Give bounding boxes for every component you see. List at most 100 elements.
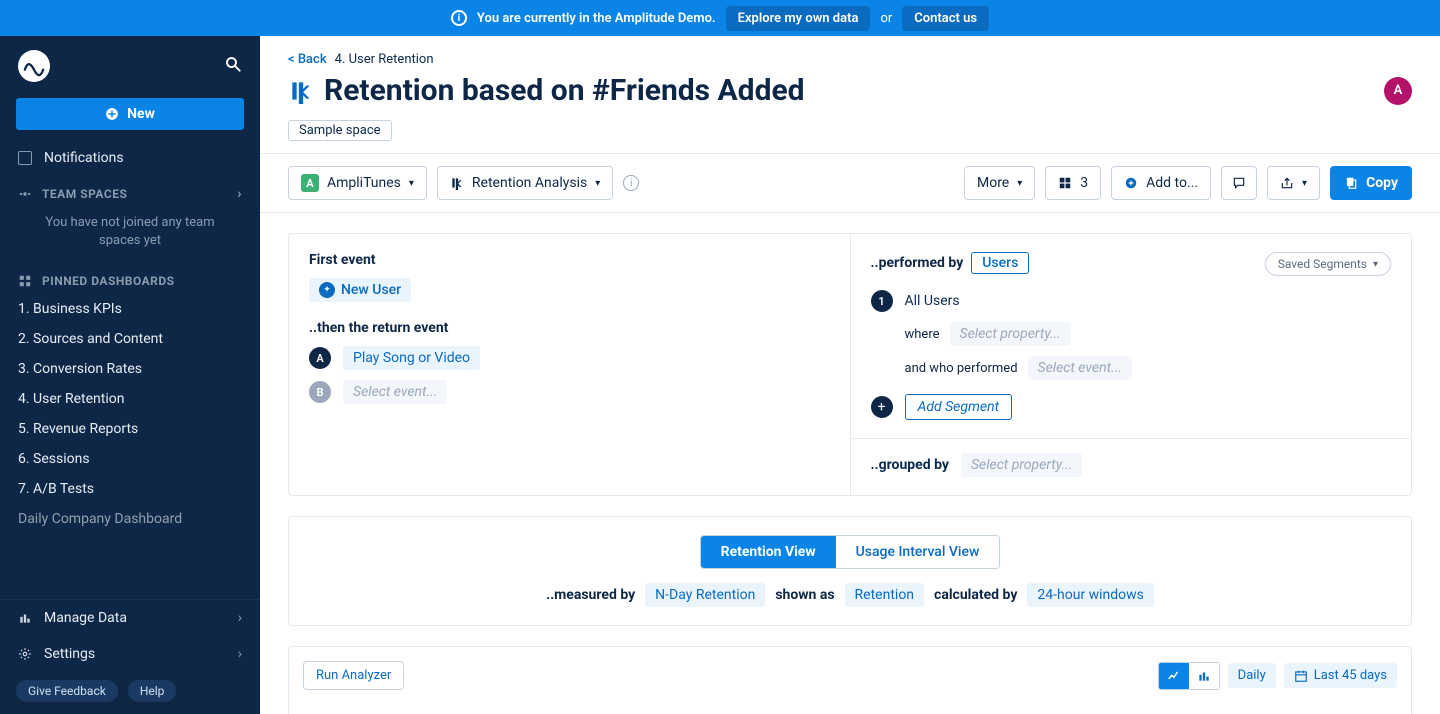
grouped-property-placeholder[interactable]: Select property... xyxy=(961,453,1082,477)
project-name: AmpliTunes xyxy=(327,175,401,191)
info-icon[interactable]: i xyxy=(623,175,639,191)
add-to-label: Add to... xyxy=(1146,175,1198,191)
dashboards-count-button[interactable]: 3 xyxy=(1045,166,1101,200)
chevron-right-icon: › xyxy=(238,646,242,662)
retention-view-tab[interactable]: Retention View xyxy=(701,536,836,568)
event-b-placeholder[interactable]: Select event... xyxy=(343,380,447,404)
who-event-placeholder[interactable]: Select event... xyxy=(1028,356,1132,380)
dashboard-item[interactable]: 7. A/B Tests xyxy=(0,474,260,504)
measured-by-label: ..measured by xyxy=(546,587,635,603)
chart-section: Run Analyzer Daily Last 45 days xyxy=(288,646,1412,714)
breadcrumb: 4. User Retention xyxy=(335,52,434,67)
dashboard-item[interactable]: 6. Sessions xyxy=(0,444,260,474)
chevron-down-icon: ▾ xyxy=(409,178,414,189)
page-title: Retention based on #Friends Added xyxy=(324,73,805,108)
demo-banner: i You are currently in the Amplitude Dem… xyxy=(0,0,1440,36)
sidebar: New Notifications TEAM SPACES › You have… xyxy=(0,36,260,714)
first-event-chip[interactable]: ✦ New User xyxy=(309,278,411,302)
add-segment-button[interactable]: Add Segment xyxy=(905,394,1013,420)
usage-interval-view-tab[interactable]: Usage Interval View xyxy=(836,536,1000,568)
date-range-selector[interactable]: Last 45 days xyxy=(1284,663,1397,688)
dashboard-list: 1. Business KPIs 2. Sources and Content … xyxy=(0,294,260,599)
chevron-right-icon: › xyxy=(237,186,242,202)
chevron-down-icon: ▾ xyxy=(595,178,600,189)
then-label: ..then the return event xyxy=(309,320,830,336)
avatar[interactable]: A xyxy=(1384,77,1412,105)
notifications-label: Notifications xyxy=(44,150,124,166)
chevron-down-icon: ▾ xyxy=(1017,178,1022,189)
nday-chip[interactable]: N-Day Retention xyxy=(645,583,765,607)
give-feedback-button[interactable]: Give Feedback xyxy=(16,680,118,702)
manage-data-item[interactable]: Manage Data › xyxy=(0,600,260,636)
copy-label: Copy xyxy=(1366,175,1398,191)
new-button[interactable]: New xyxy=(16,98,244,130)
view-toggle: Retention View Usage Interval View xyxy=(700,535,1001,569)
segment-1-badge: 1 xyxy=(871,290,893,312)
chevron-right-icon: › xyxy=(238,610,242,626)
chevron-down-icon: ▾ xyxy=(1302,178,1307,189)
plus-icon: + xyxy=(871,396,893,418)
first-event-name: New User xyxy=(341,282,401,298)
segment-1-name[interactable]: All Users xyxy=(905,293,960,309)
performed-by-label: ..performed by xyxy=(871,255,964,271)
settings-label: Settings xyxy=(44,646,95,662)
add-to-button[interactable]: Add to... xyxy=(1111,166,1211,200)
line-chart-icon[interactable] xyxy=(1159,663,1189,689)
run-analyzer-button[interactable]: Run Analyzer xyxy=(303,661,404,690)
project-selector[interactable]: A AmpliTunes ▾ xyxy=(288,166,427,200)
project-badge: A xyxy=(301,174,319,192)
interval-selector[interactable]: Daily xyxy=(1228,663,1276,688)
new-button-label: New xyxy=(127,106,155,122)
info-icon: i xyxy=(451,10,467,26)
help-button[interactable]: Help xyxy=(128,680,177,702)
banner-or: or xyxy=(880,11,892,26)
settings-item[interactable]: Settings › xyxy=(0,636,260,672)
search-icon[interactable] xyxy=(224,55,242,77)
toolbar: A AmpliTunes ▾ Retention Analysis ▾ i Mo… xyxy=(260,153,1440,213)
date-range-label: Last 45 days xyxy=(1314,668,1387,683)
dashboard-item[interactable]: 4. User Retention xyxy=(0,384,260,414)
retention-analysis-icon xyxy=(288,78,314,104)
notifications-icon xyxy=(18,151,32,165)
users-chip[interactable]: Users xyxy=(971,252,1029,274)
analysis-name: Retention Analysis xyxy=(472,175,587,191)
saved-segments-button[interactable]: Saved Segments ▾ xyxy=(1265,252,1391,276)
windows-chip[interactable]: 24-hour windows xyxy=(1027,583,1154,607)
dashboard-item[interactable]: 5. Revenue Reports xyxy=(0,414,260,444)
main-content: < Back 4. User Retention Retention based… xyxy=(260,36,1440,714)
segments-panel: ..performed by Users Saved Segments ▾ 1 … xyxy=(850,233,1413,496)
team-spaces-header[interactable]: TEAM SPACES › xyxy=(0,174,260,208)
team-spaces-label: TEAM SPACES xyxy=(42,187,127,201)
team-spaces-empty: You have not joined any team spaces yet xyxy=(0,208,260,262)
dashboard-item[interactable]: Daily Company Dashboard xyxy=(0,504,260,534)
who-performed-label: and who performed xyxy=(905,361,1018,376)
event-a-badge: A xyxy=(309,347,331,369)
event-type-icon: ✦ xyxy=(319,282,335,298)
comment-button[interactable] xyxy=(1221,166,1257,200)
dashboard-item[interactable]: 1. Business KPIs xyxy=(0,294,260,324)
contact-us-button[interactable]: Contact us xyxy=(902,6,989,31)
dash-count: 3 xyxy=(1080,175,1088,191)
pinned-label: PINNED DASHBOARDS xyxy=(42,274,175,288)
space-tag[interactable]: Sample space xyxy=(288,120,392,141)
share-button[interactable]: ▾ xyxy=(1267,166,1320,200)
copy-button[interactable]: Copy xyxy=(1330,166,1412,200)
dashboard-item[interactable]: 2. Sources and Content xyxy=(0,324,260,354)
dashboard-item[interactable]: 3. Conversion Rates xyxy=(0,354,260,384)
where-property-placeholder[interactable]: Select property... xyxy=(950,322,1071,346)
pinned-dashboards-header[interactable]: PINNED DASHBOARDS xyxy=(0,262,260,294)
notifications-item[interactable]: Notifications xyxy=(0,142,260,174)
event-b-badge: B xyxy=(309,381,331,403)
back-link[interactable]: < Back xyxy=(288,52,327,67)
where-label: where xyxy=(905,327,940,342)
logo-icon[interactable] xyxy=(18,50,50,82)
more-button[interactable]: More ▾ xyxy=(964,166,1035,200)
shown-as-label: shown as xyxy=(775,587,834,603)
grouped-by-label: ..grouped by xyxy=(871,457,949,473)
analysis-type-selector[interactable]: Retention Analysis ▾ xyxy=(437,166,613,200)
explore-own-data-button[interactable]: Explore my own data xyxy=(726,6,871,31)
retention-chip[interactable]: Retention xyxy=(845,583,925,607)
bar-chart-icon[interactable] xyxy=(1189,663,1219,689)
chevron-down-icon: ▾ xyxy=(1373,259,1378,270)
event-a-chip[interactable]: Play Song or Video xyxy=(343,346,480,370)
